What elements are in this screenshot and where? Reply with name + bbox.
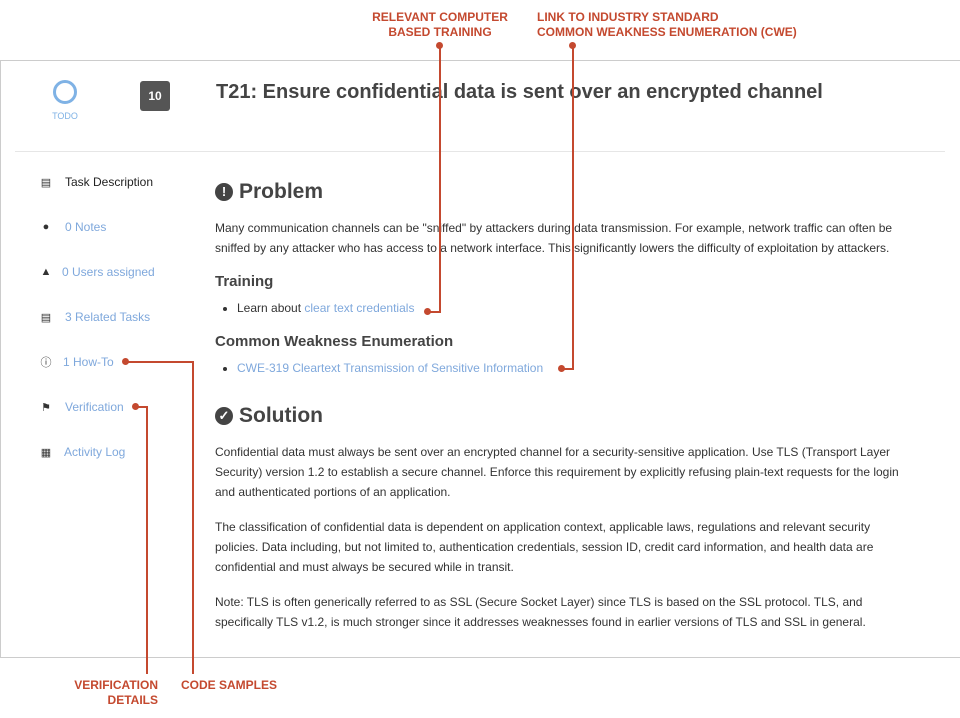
cwe-heading: Common Weakness Enumeration <box>215 333 454 350</box>
flag-icon: ⚑ <box>41 401 51 414</box>
problem-text: Many communication channels can be "snif… <box>215 221 893 255</box>
exclamation-icon: ! <box>215 183 233 201</box>
status-label: TODO <box>52 111 78 121</box>
nav-label: 0 Notes <box>65 220 107 234</box>
nav-related-tasks[interactable]: ▤ 3 Related Tasks <box>40 310 150 324</box>
nav-label: 0 Users assigned <box>62 265 155 279</box>
callout-line <box>146 406 148 674</box>
nav-task-description[interactable]: ▤ Task Description <box>40 175 153 189</box>
solution-paragraph: Note: TLS is often generically referred … <box>215 595 866 629</box>
callout-line <box>572 44 574 370</box>
user-icon: ▲ <box>40 266 52 278</box>
status-circle-icon[interactable] <box>53 80 77 104</box>
nav-label: 1 How-To <box>63 355 114 369</box>
nav-verification[interactable]: ⚑ Verification <box>40 400 124 414</box>
cwe-link[interactable]: CWE-319 Cleartext Transmission of Sensit… <box>237 361 543 375</box>
list-icon: ▤ <box>40 176 52 189</box>
training-item: Learn about clear text credentials <box>237 298 905 318</box>
nav-how-to[interactable]: ⓘ 1 How-To <box>40 355 114 369</box>
callout-line <box>192 361 194 674</box>
divider <box>15 151 945 152</box>
callout-dot <box>424 308 431 315</box>
nav-notes[interactable]: ● 0 Notes <box>40 220 107 234</box>
callout-training: RELEVANT COMPUTER BASED TRAINING <box>372 10 508 39</box>
solution-paragraph: The classification of confidential data … <box>215 520 874 574</box>
training-heading: Training <box>215 273 274 290</box>
callout-dot <box>122 358 129 365</box>
calendar-icon: ▦ <box>40 446 52 459</box>
solution-heading: ✓ Solution <box>215 402 905 430</box>
info-icon: ⓘ <box>40 357 52 369</box>
comments-icon: ● <box>42 221 50 233</box>
callout-dot <box>132 403 139 410</box>
problem-heading: ! Problem <box>215 178 905 206</box>
nav-activity-log[interactable]: ▦ Activity Log <box>40 445 126 459</box>
callout-dot <box>558 365 565 372</box>
callout-line <box>439 44 441 313</box>
callout-cwe: LINK TO INDUSTRY STANDARD COMMON WEAKNESS… <box>537 10 797 39</box>
check-circle-icon: ✓ <box>215 407 233 425</box>
callout-dot <box>436 42 443 49</box>
list-icon: ▤ <box>40 311 52 324</box>
page-title: T21: Ensure confidential data is sent ov… <box>216 81 823 103</box>
solution-paragraph: Confidential data must always be sent ov… <box>215 445 899 499</box>
task-badge: 10 <box>140 81 170 111</box>
nav-label: Activity Log <box>64 445 126 459</box>
nav-label: Verification <box>65 400 124 414</box>
nav-label: 3 Related Tasks <box>65 310 151 324</box>
callout-code-samples: CODE SAMPLES <box>181 678 278 692</box>
nav-label: Task Description <box>65 175 154 189</box>
nav-users-assigned[interactable]: ▲ 0 Users assigned <box>40 265 155 279</box>
callout-dot <box>569 42 576 49</box>
callout-line <box>125 361 194 363</box>
training-link[interactable]: clear text credentials <box>304 301 414 315</box>
task-content: ! Problem Many communication channels can… <box>215 178 905 647</box>
callout-verification: VERIFICATION DETAILS <box>74 678 158 707</box>
